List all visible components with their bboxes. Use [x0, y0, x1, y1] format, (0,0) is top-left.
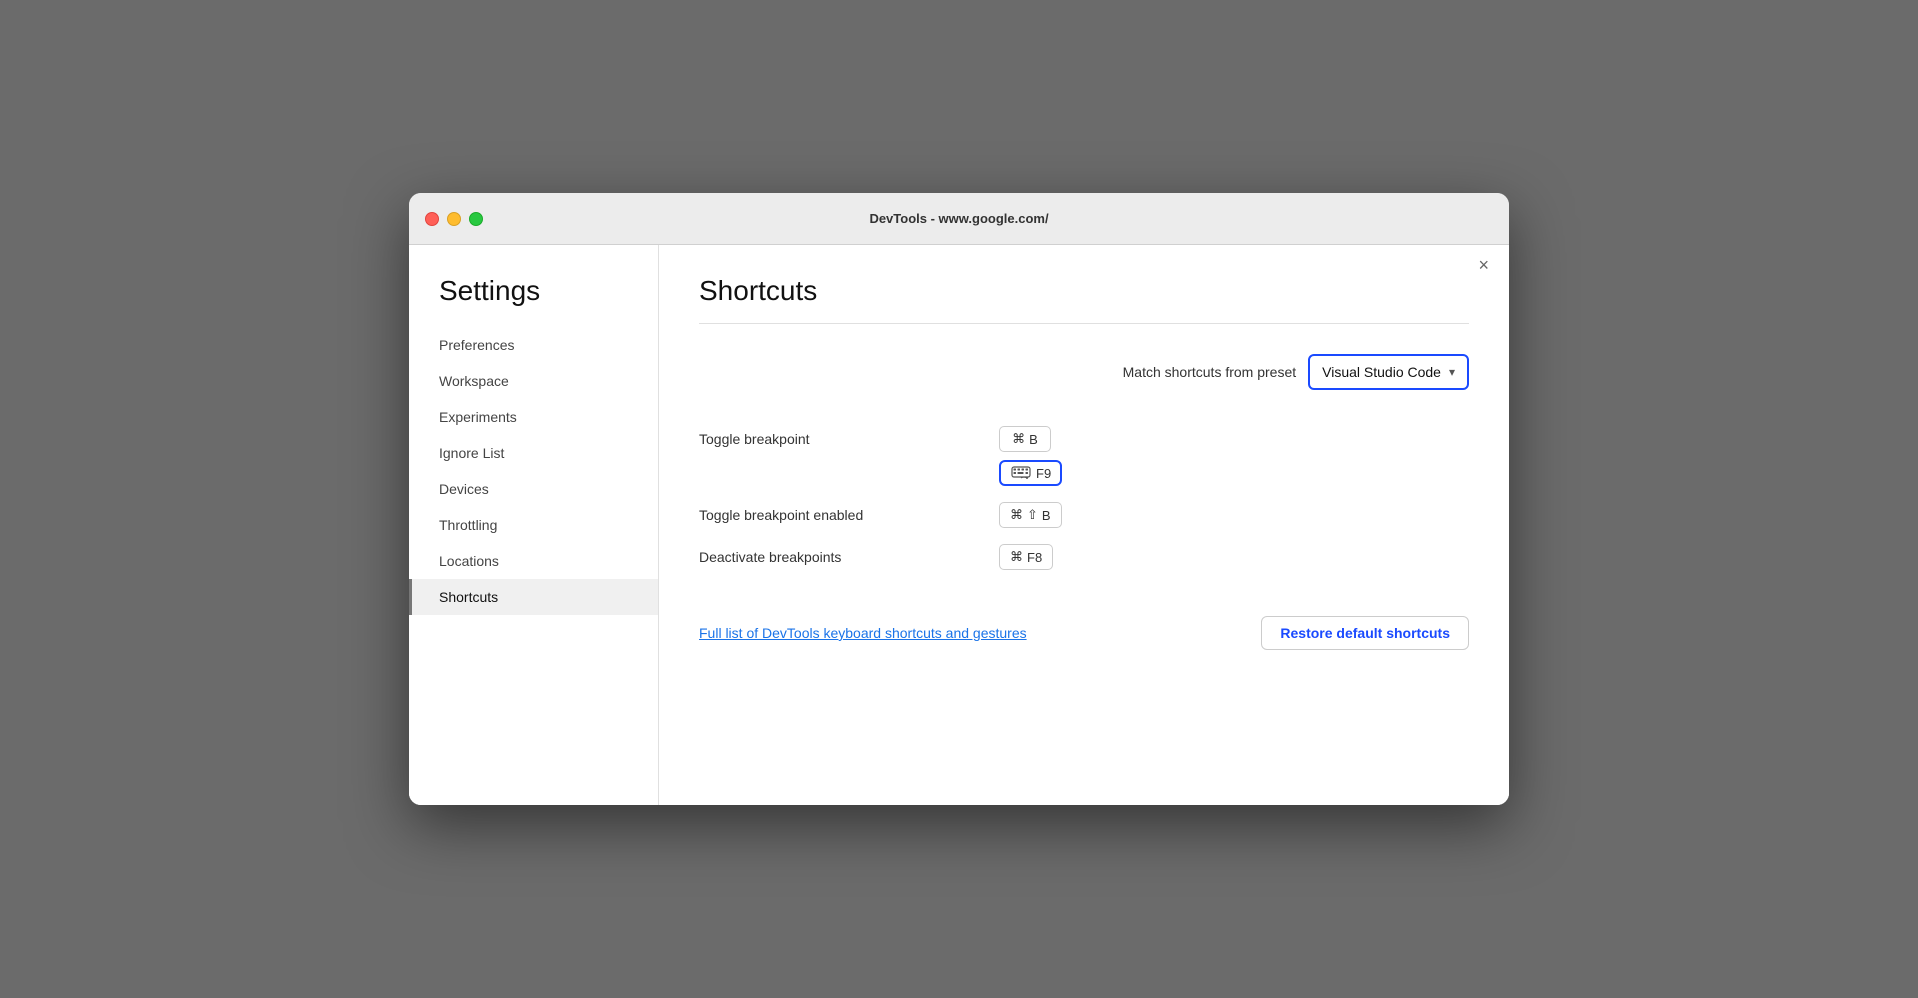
sidebar-item-ignore-list[interactable]: Ignore List [409, 435, 658, 471]
shortcut-keys: ⌘ F8 [999, 544, 1053, 570]
preset-row: Match shortcuts from preset Visual Studi… [699, 354, 1469, 390]
close-button[interactable]: × [1478, 256, 1489, 274]
preset-select-wrapper: Visual Studio Code ▾ [1308, 354, 1469, 390]
key-f9: F9 [1036, 466, 1051, 481]
window-content: Settings Preferences Workspace Experimen… [409, 245, 1509, 805]
key-badge-f9-highlighted: F9 [999, 460, 1062, 486]
window-title: DevTools - www.google.com/ [869, 211, 1048, 226]
sidebar-item-label: Preferences [439, 337, 514, 353]
sidebar-item-experiments[interactable]: Experiments [409, 399, 658, 435]
shortcut-name: Toggle breakpoint enabled [699, 507, 999, 523]
key-f8: F8 [1027, 550, 1042, 565]
shortcut-alt-keys-row: F9 [999, 460, 1469, 486]
title-bar: DevTools - www.google.com/ [409, 193, 1509, 245]
sidebar-item-label: Ignore List [439, 445, 504, 461]
key-cmd: ⌘ [1012, 431, 1025, 447]
chevron-down-icon: ▾ [1449, 365, 1455, 379]
sidebar-item-label: Throttling [439, 517, 497, 533]
key-cmd: ⌘ [1010, 549, 1023, 565]
main-layout: Settings Preferences Workspace Experimen… [409, 245, 1509, 805]
sidebar-item-shortcuts[interactable]: Shortcuts [409, 579, 658, 615]
traffic-lights [425, 212, 483, 226]
sidebar-item-locations[interactable]: Locations [409, 543, 658, 579]
sidebar-item-label: Shortcuts [439, 589, 498, 605]
footer-row: Full list of DevTools keyboard shortcuts… [699, 606, 1469, 650]
key-b: B [1042, 508, 1051, 523]
preset-selected-value: Visual Studio Code [1322, 364, 1441, 380]
shortcut-keys: ⌘ B [999, 426, 1051, 452]
key-badge-cmd-f8: ⌘ F8 [999, 544, 1053, 570]
shortcut-keys: ⌘ ⇧ B [999, 502, 1062, 528]
shortcuts-list: Toggle breakpoint ⌘ B [699, 426, 1469, 570]
sidebar-heading: Settings [409, 265, 658, 327]
sidebar: Settings Preferences Workspace Experimen… [409, 245, 659, 805]
content-divider [699, 323, 1469, 324]
shortcut-row: Toggle breakpoint ⌘ B [699, 426, 1469, 486]
shortcut-name: Deactivate breakpoints [699, 549, 999, 565]
shortcut-name: Toggle breakpoint [699, 431, 999, 447]
key-b: B [1029, 432, 1038, 447]
sidebar-item-label: Workspace [439, 373, 509, 389]
sidebar-item-preferences[interactable]: Preferences [409, 327, 658, 363]
sidebar-item-label: Locations [439, 553, 499, 569]
content-title: Shortcuts [699, 275, 1469, 307]
maximize-traffic-light[interactable] [469, 212, 483, 226]
content-area: × Shortcuts Match shortcuts from preset … [659, 245, 1509, 805]
shortcut-row: Toggle breakpoint enabled ⌘ ⇧ B [699, 502, 1469, 528]
key-badge-cmd-shift-b: ⌘ ⇧ B [999, 502, 1062, 528]
preset-label: Match shortcuts from preset [1123, 364, 1297, 380]
key-badge-cmd-b: ⌘ B [999, 426, 1051, 452]
minimize-traffic-light[interactable] [447, 212, 461, 226]
close-traffic-light[interactable] [425, 212, 439, 226]
sidebar-item-workspace[interactable]: Workspace [409, 363, 658, 399]
sidebar-item-label: Devices [439, 481, 489, 497]
sidebar-item-label: Experiments [439, 409, 517, 425]
shortcut-row-group: Toggle breakpoint ⌘ B [699, 426, 1469, 452]
full-list-link[interactable]: Full list of DevTools keyboard shortcuts… [699, 625, 1027, 641]
restore-defaults-button[interactable]: Restore default shortcuts [1261, 616, 1469, 650]
preset-select[interactable]: Visual Studio Code ▾ [1312, 358, 1465, 386]
sidebar-item-throttling[interactable]: Throttling [409, 507, 658, 543]
shortcut-row: Deactivate breakpoints ⌘ F8 [699, 544, 1469, 570]
key-shift: ⇧ [1027, 507, 1038, 523]
devtools-window: DevTools - www.google.com/ Settings Pref… [409, 193, 1509, 805]
key-cmd: ⌘ [1010, 507, 1023, 523]
keyboard-icon [1010, 465, 1032, 481]
sidebar-item-devices[interactable]: Devices [409, 471, 658, 507]
